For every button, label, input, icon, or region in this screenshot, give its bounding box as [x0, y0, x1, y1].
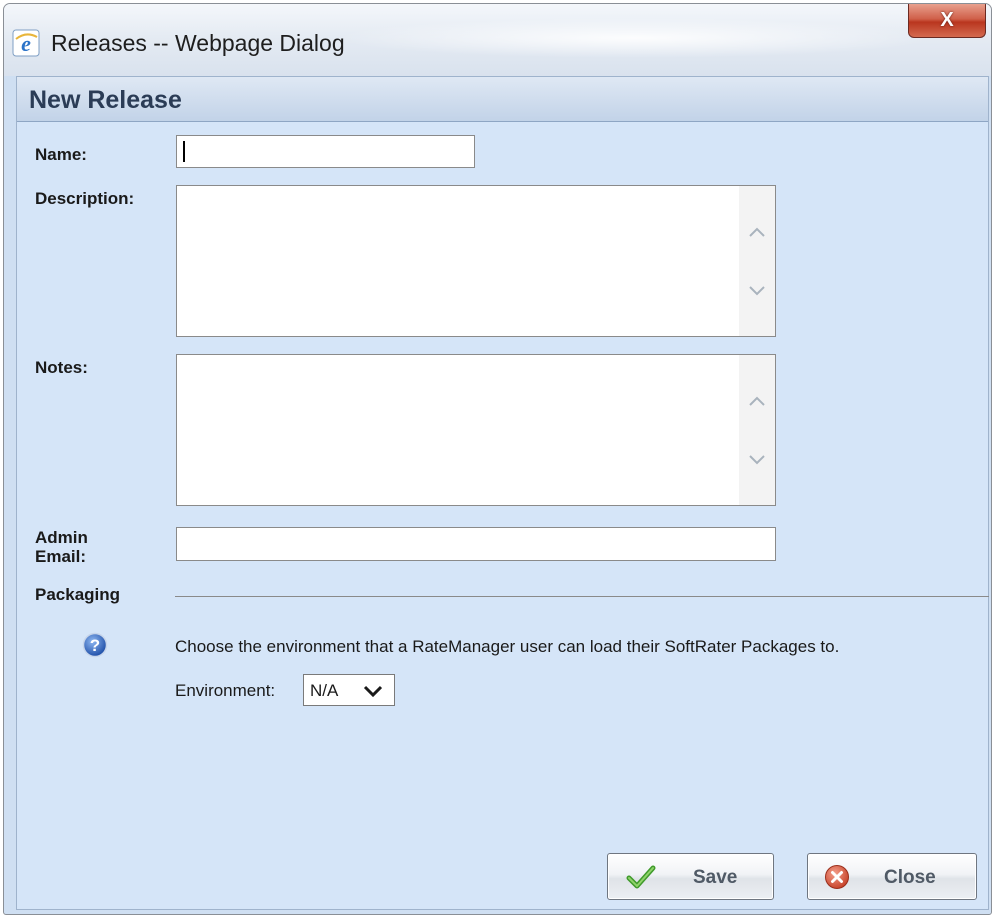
- close-circle-icon: [825, 865, 849, 889]
- notes-scrollbar[interactable]: [739, 355, 775, 505]
- notes-label: Notes:: [35, 358, 88, 377]
- dialog-content: New Release Name: Description: Notes: Ad…: [16, 76, 989, 910]
- notes-textarea[interactable]: [176, 354, 776, 506]
- help-icon[interactable]: ?: [82, 632, 108, 658]
- scroll-down-icon[interactable]: [747, 450, 767, 470]
- description-textarea[interactable]: [176, 185, 776, 337]
- title-bar: e Releases -- Webpage Dialog X: [4, 4, 991, 76]
- environment-select[interactable]: N/A: [303, 674, 395, 706]
- ie-icon: e: [12, 29, 40, 57]
- name-input[interactable]: [176, 135, 475, 168]
- admin-email-label-line2: Email:: [35, 547, 87, 566]
- admin-email-label-line1: Admin: [35, 528, 88, 547]
- text-caret: [183, 141, 185, 162]
- description-label: Description:: [35, 189, 135, 208]
- packaging-divider: [175, 596, 989, 597]
- window-close-button[interactable]: X: [908, 4, 986, 38]
- title-bar-glow: [334, 18, 934, 58]
- checkmark-icon: [626, 865, 656, 889]
- packaging-help-text: Choose the environment that a RateManage…: [175, 637, 840, 656]
- close-button[interactable]: Close: [807, 853, 977, 900]
- save-button-label: Save: [693, 867, 738, 888]
- packaging-heading: Packaging: [35, 585, 121, 604]
- description-scrollbar[interactable]: [739, 186, 775, 336]
- name-label: Name:: [35, 145, 87, 164]
- save-button[interactable]: Save: [607, 853, 774, 900]
- dialog-window: e Releases -- Webpage Dialog X New Relea…: [3, 3, 992, 915]
- close-button-label: Close: [884, 867, 936, 888]
- section-header: New Release: [17, 77, 988, 122]
- admin-email-input[interactable]: [176, 527, 776, 561]
- svg-text:?: ?: [90, 636, 100, 655]
- close-icon: X: [940, 9, 954, 31]
- scroll-down-icon[interactable]: [747, 281, 767, 301]
- window-title: Releases -- Webpage Dialog: [51, 30, 345, 56]
- section-title: New Release: [29, 86, 182, 114]
- chevron-down-icon: [363, 685, 383, 698]
- scroll-up-icon[interactable]: [747, 222, 767, 242]
- scroll-up-icon[interactable]: [747, 391, 767, 411]
- environment-select-value: N/A: [310, 681, 339, 700]
- environment-label: Environment:: [175, 681, 276, 700]
